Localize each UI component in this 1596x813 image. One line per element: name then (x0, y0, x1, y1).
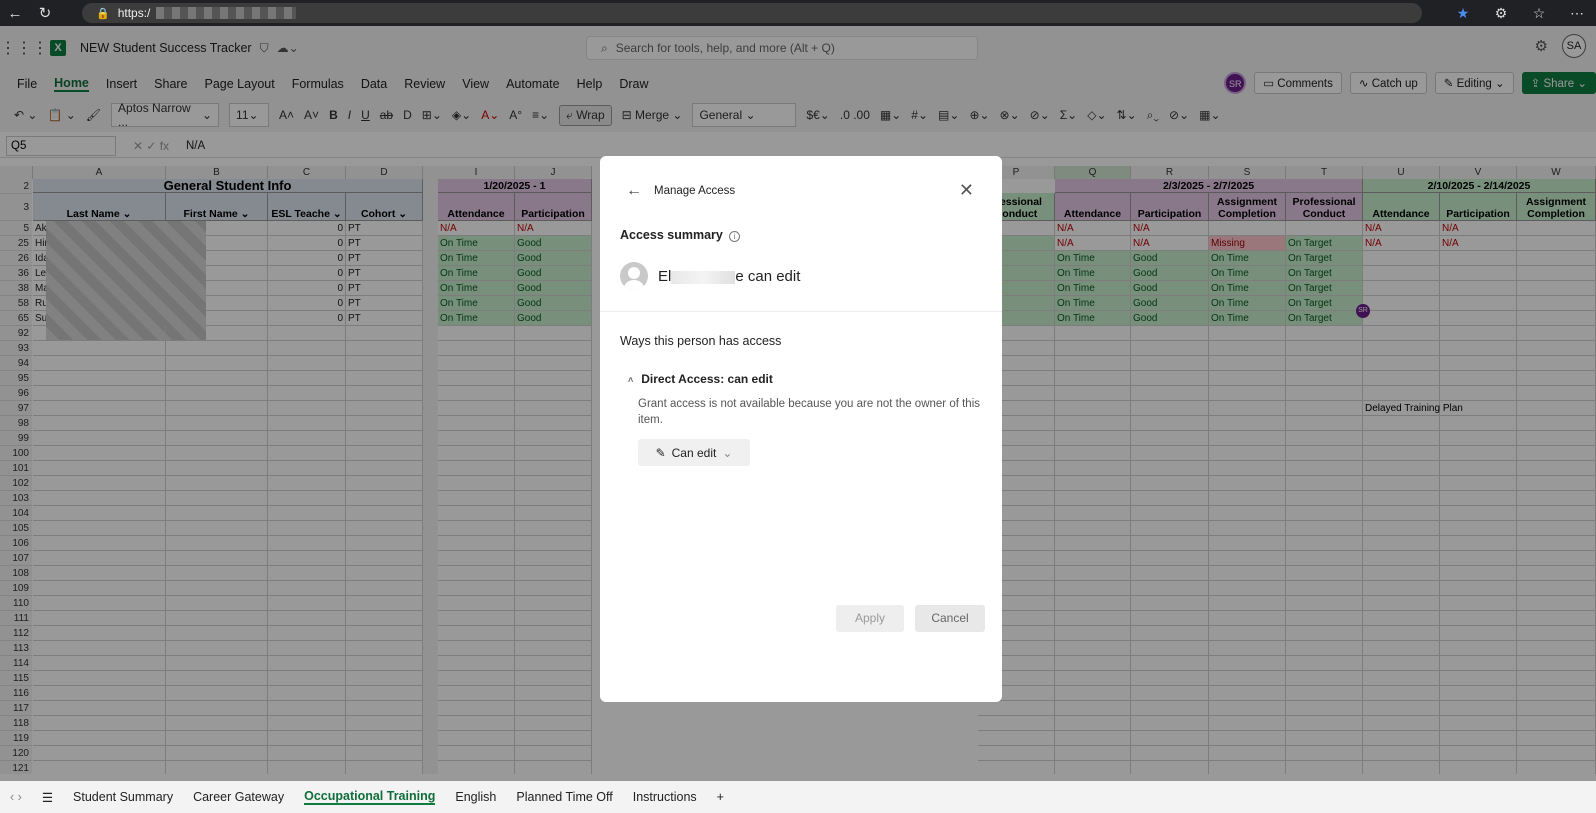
favorites-icon[interactable]: ☆ (1520, 5, 1558, 22)
pencil-icon: ✎ (655, 445, 666, 460)
apply-button[interactable]: Apply (836, 605, 904, 632)
collapse-chevron-icon: ˄ (628, 375, 634, 385)
user-name-prefix: El (658, 268, 672, 285)
manage-access-dialog: ← Manage Access ✕ Access summary i El e ca… (600, 156, 1002, 702)
add-sheet-icon[interactable]: + (717, 790, 724, 804)
sheet-tab[interactable]: English (455, 790, 496, 804)
url-text: https:/ (117, 6, 151, 20)
back-icon[interactable]: ← (0, 5, 30, 22)
sheet-tab[interactable]: Career Gateway (193, 790, 284, 804)
refresh-icon[interactable]: ↻ (30, 4, 60, 22)
sheet-tab[interactable]: Planned Time Off (516, 790, 612, 804)
extensions-icon[interactable]: ⚙ (1482, 5, 1520, 22)
permission-dropdown[interactable]: ✎ Can edit ⌄ (638, 439, 750, 466)
user-name-redacted (671, 270, 736, 284)
address-bar[interactable]: 🔒 https:/ (82, 3, 1422, 23)
grant-note: Grant access is not available because yo… (638, 398, 981, 426)
access-summary-heading: Access summary i (620, 228, 740, 242)
url-redacted (156, 7, 297, 19)
summary-label: Access summary (620, 228, 723, 242)
user-avatar-icon (620, 262, 648, 290)
direct-access-toggle[interactable]: ˄ Direct Access: can edit (628, 372, 773, 386)
more-icon[interactable]: ⋯ (1558, 5, 1596, 22)
info-icon[interactable]: i (728, 231, 740, 242)
cancel-button[interactable]: Cancel (915, 605, 985, 632)
favorite-star-icon[interactable]: ★ (1444, 5, 1482, 22)
sheet-tab[interactable]: Student Summary (73, 790, 173, 804)
back-arrow-icon[interactable]: ← (626, 182, 642, 200)
chevron-down-icon: ⌄ (722, 445, 733, 460)
close-icon[interactable]: ✕ (959, 180, 974, 201)
user-access-text: e can edit (735, 268, 801, 285)
sheet-tab-active[interactable]: Occupational Training (304, 789, 436, 805)
direct-access-label: Direct Access: can edit (641, 372, 773, 386)
sheet-tab[interactable]: Instructions (633, 790, 697, 804)
sheet-tabs: ‹ › ☰ Student Summary Career Gateway Occ… (0, 781, 1596, 813)
divider (600, 311, 1002, 312)
ways-heading: Ways this person has access (620, 334, 782, 348)
dialog-title: Manage Access (654, 185, 736, 197)
permission-value: Can edit (671, 445, 717, 460)
lock-icon: 🔒 (96, 7, 110, 20)
user-access-line: El e can edit (658, 268, 800, 285)
browser-bar: ← ↻ 🔒 https:/ ★ ⚙ ☆ ⋯ (0, 0, 1596, 26)
all-sheets-icon[interactable]: ☰ (42, 790, 53, 805)
prev-sheet-icon[interactable]: ‹ › (10, 790, 22, 804)
